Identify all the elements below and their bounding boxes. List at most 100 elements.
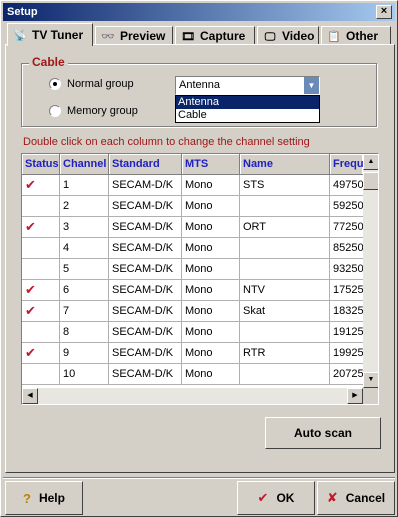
mts-cell[interactable]: Mono <box>182 196 240 217</box>
channel-cell[interactable]: 9 <box>60 343 109 364</box>
table-row[interactable]: 5 SECAM-D/K Mono 93250 <box>22 259 370 280</box>
footer-divider <box>3 477 395 479</box>
cable-type-select[interactable]: Antenna ▼ <box>175 76 320 95</box>
name-cell[interactable]: NTV <box>240 280 330 301</box>
mts-cell[interactable]: Mono <box>182 217 240 238</box>
standard-cell[interactable]: SECAM-D/K <box>109 322 182 343</box>
column-header-channel[interactable]: Channel <box>60 154 109 175</box>
cancel-button[interactable]: ✘ Cancel <box>317 481 395 515</box>
memory-group-radio-button[interactable] <box>49 105 61 117</box>
table-row[interactable]: ✔ 1 SECAM-D/K Mono STS 49750 <box>22 175 370 196</box>
channel-grid: Status Channel Standard MTS Name Frequ ✔… <box>21 153 379 405</box>
status-cell[interactable]: ✔ <box>22 217 60 238</box>
chevron-down-icon[interactable]: ▼ <box>304 77 319 94</box>
scroll-right-icon[interactable]: ▶ <box>347 388 363 404</box>
close-button[interactable]: × <box>376 5 392 19</box>
cable-group-legend: Cable <box>29 55 68 69</box>
column-header-standard[interactable]: Standard <box>109 154 182 175</box>
status-cell[interactable] <box>22 364 60 385</box>
status-cell[interactable] <box>22 238 60 259</box>
mts-cell[interactable]: Mono <box>182 364 240 385</box>
dropdown-option-antenna[interactable]: Antenna <box>176 96 319 109</box>
memory-group-label: Memory group <box>67 105 138 117</box>
cable-type-value: Antenna <box>179 79 220 91</box>
vertical-scroll-thumb[interactable] <box>363 172 378 190</box>
help-icon: ? <box>23 490 31 506</box>
name-cell[interactable] <box>240 259 330 280</box>
horizontal-scrollbar[interactable]: ◀ ▶ <box>22 388 363 404</box>
standard-cell[interactable]: SECAM-D/K <box>109 259 182 280</box>
name-cell[interactable]: STS <box>240 175 330 196</box>
standard-cell[interactable]: SECAM-D/K <box>109 280 182 301</box>
channel-cell[interactable]: 4 <box>60 238 109 259</box>
ok-button[interactable]: ✔ OK <box>237 481 315 515</box>
table-row[interactable]: 4 SECAM-D/K Mono 85250 <box>22 238 370 259</box>
status-cell[interactable]: ✔ <box>22 175 60 196</box>
table-row[interactable]: ✔ 3 SECAM-D/K Mono ORT 77250 <box>22 217 370 238</box>
mts-cell[interactable]: Mono <box>182 343 240 364</box>
name-cell[interactable]: ORT <box>240 217 330 238</box>
tab-other[interactable]: 📋 Other <box>321 26 391 45</box>
mts-cell[interactable]: Mono <box>182 259 240 280</box>
status-cell[interactable]: ✔ <box>22 343 60 364</box>
tab-capture[interactable]: 🎞 Capture <box>175 26 255 45</box>
column-header-mts[interactable]: MTS <box>182 154 240 175</box>
name-cell[interactable] <box>240 238 330 259</box>
scroll-down-icon[interactable]: ▼ <box>363 372 378 388</box>
tab-tv-tuner[interactable]: 📡 TV Tuner <box>7 23 93 46</box>
mts-cell[interactable]: Mono <box>182 322 240 343</box>
status-cell[interactable]: ✔ <box>22 280 60 301</box>
standard-cell[interactable]: SECAM-D/K <box>109 217 182 238</box>
dropdown-option-cable[interactable]: Cable <box>176 109 319 122</box>
column-header-status[interactable]: Status <box>22 154 60 175</box>
table-row[interactable]: 2 SECAM-D/K Mono 59250 <box>22 196 370 217</box>
status-cell[interactable]: ✔ <box>22 301 60 322</box>
vertical-scrollbar[interactable]: ▲ ▼ <box>363 154 378 388</box>
mts-cell[interactable]: Mono <box>182 301 240 322</box>
tab-video[interactable]: 🖵 Video <box>257 26 319 45</box>
standard-cell[interactable]: SECAM-D/K <box>109 364 182 385</box>
table-row[interactable]: ✔ 7 SECAM-D/K Mono Skat 18325 <box>22 301 370 322</box>
name-cell[interactable]: Skat <box>240 301 330 322</box>
standard-cell[interactable]: SECAM-D/K <box>109 175 182 196</box>
mts-cell[interactable]: Mono <box>182 238 240 259</box>
status-cell[interactable] <box>22 322 60 343</box>
channel-cell[interactable]: 10 <box>60 364 109 385</box>
channel-cell[interactable]: 3 <box>60 217 109 238</box>
table-row[interactable]: 8 SECAM-D/K Mono 19125 <box>22 322 370 343</box>
name-cell[interactable]: RTR <box>240 343 330 364</box>
table-row[interactable]: ✔ 9 SECAM-D/K Mono RTR 19925 <box>22 343 370 364</box>
enabled-check-icon: ✔ <box>25 345 36 360</box>
scroll-up-icon[interactable]: ▲ <box>363 154 378 170</box>
status-cell[interactable] <box>22 196 60 217</box>
normal-group-radio-button[interactable] <box>49 78 61 90</box>
status-cell[interactable] <box>22 259 60 280</box>
enabled-check-icon: ✔ <box>25 177 36 192</box>
name-cell[interactable] <box>240 196 330 217</box>
title-bar: Setup × <box>3 3 395 21</box>
name-cell[interactable] <box>240 322 330 343</box>
channel-cell[interactable]: 1 <box>60 175 109 196</box>
standard-cell[interactable]: SECAM-D/K <box>109 196 182 217</box>
memory-group-radio[interactable]: Memory group <box>49 105 138 117</box>
tab-strip: 📡 TV Tuner 👓 Preview 🎞 Capture 🖵 Video 📋 Othe… <box>5 23 395 46</box>
channel-cell[interactable]: 8 <box>60 322 109 343</box>
mts-cell[interactable]: Mono <box>182 280 240 301</box>
table-row[interactable]: 10 SECAM-D/K Mono 20725 <box>22 364 370 385</box>
standard-cell[interactable]: SECAM-D/K <box>109 238 182 259</box>
standard-cell[interactable]: SECAM-D/K <box>109 301 182 322</box>
channel-cell[interactable]: 6 <box>60 280 109 301</box>
tab-preview[interactable]: 👓 Preview <box>95 26 173 45</box>
name-cell[interactable] <box>240 364 330 385</box>
standard-cell[interactable]: SECAM-D/K <box>109 343 182 364</box>
channel-cell[interactable]: 2 <box>60 196 109 217</box>
table-row[interactable]: ✔ 6 SECAM-D/K Mono NTV 17525 <box>22 280 370 301</box>
column-header-name[interactable]: Name <box>240 154 330 175</box>
channel-cell[interactable]: 7 <box>60 301 109 322</box>
auto-scan-button[interactable]: Auto scan <box>265 417 381 449</box>
normal-group-radio[interactable]: Normal group <box>49 78 134 90</box>
mts-cell[interactable]: Mono <box>182 175 240 196</box>
scroll-left-icon[interactable]: ◀ <box>22 388 38 404</box>
help-button[interactable]: ? Help <box>5 481 83 515</box>
channel-cell[interactable]: 5 <box>60 259 109 280</box>
